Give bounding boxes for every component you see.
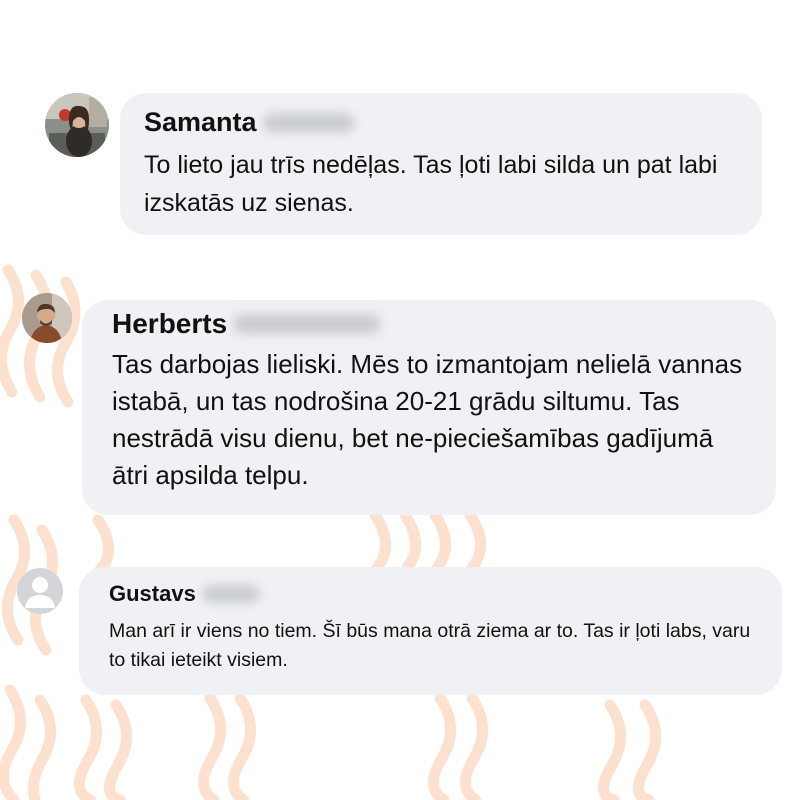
author-name[interactable]: Herberts	[112, 308, 227, 340]
avatar-photo-samanta[interactable]	[45, 93, 109, 157]
comment-text: Man arī ir viens no tiem. Šī būs mana ot…	[109, 620, 751, 671]
blurred-surname	[262, 112, 355, 133]
blurred-surname	[201, 585, 260, 603]
comment-bubble: Herberts Tas darbojas lieliski. Mēs to i…	[82, 300, 776, 515]
comment-text: To lieto jau trīs nedēļas. Tas ļoti labi…	[144, 151, 718, 217]
comment-text: Tas darbojas lieliski. Mēs to izmantojam…	[112, 349, 743, 490]
avatar-photo-herberts[interactable]	[22, 293, 72, 343]
comment-bubble: Samanta To lieto jau trīs nedēļas. Tas ļ…	[120, 93, 762, 235]
author-name[interactable]: Samanta	[144, 107, 257, 138]
author-name[interactable]: Gustavs	[109, 581, 196, 607]
default-user-icon[interactable]	[17, 568, 63, 614]
user-silhouette-icon	[25, 577, 55, 608]
avatar-image	[45, 93, 109, 157]
avatar-image	[22, 293, 72, 343]
blurred-surname	[233, 314, 382, 334]
comment-bubble: Gustavs Man arī ir viens no tiem. Šī būs…	[79, 567, 782, 695]
